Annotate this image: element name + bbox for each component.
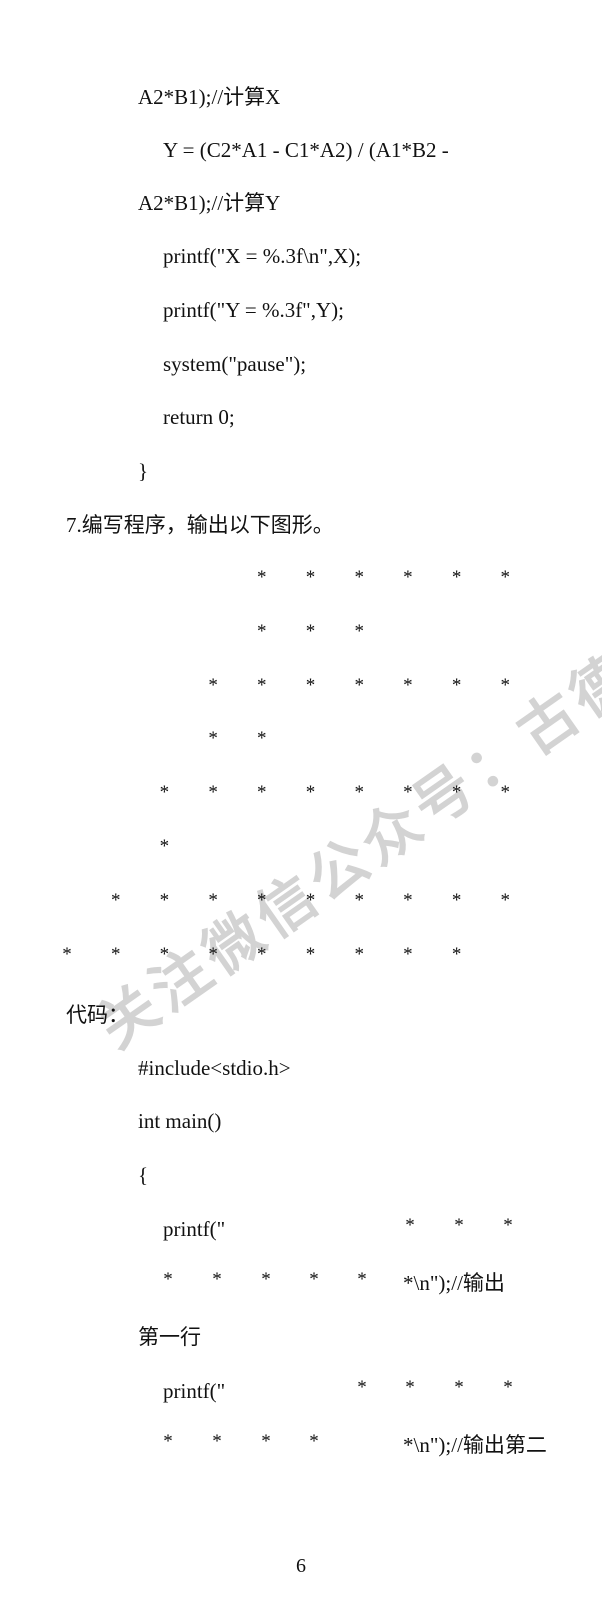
code-main: int main() (138, 1109, 222, 1133)
pattern-star: * (159, 836, 170, 857)
code-label: 代码： (66, 1003, 129, 1027)
code-line-2: Y = (C2*A1 - C1*A2) / (A1*B2 - (163, 138, 449, 162)
pattern-star: * (500, 889, 511, 911)
pattern-star: * (305, 889, 316, 911)
code-brace-open: { (138, 1163, 149, 1187)
pattern-star: * (354, 674, 364, 696)
pattern-star: * (305, 620, 316, 642)
pattern-star: * (451, 889, 462, 911)
code-printf-2-end: *\n");//输出第二 (403, 1433, 547, 1457)
pattern-star: * (305, 674, 316, 696)
pattern-star: * (354, 620, 364, 642)
pattern-star: * (110, 889, 121, 911)
code-star: * (503, 1377, 513, 1398)
code-include: #include<stdio.h> (138, 1056, 291, 1080)
code-star: * (503, 1215, 513, 1236)
pattern-star: * (257, 889, 267, 911)
pattern-star: * (500, 674, 511, 696)
code-line-3: A2*B1);//计算Y (138, 191, 281, 215)
code-star: * (309, 1431, 319, 1452)
pattern-star: * (208, 728, 218, 750)
code-line-7: return 0; (163, 405, 235, 429)
code-star: * (261, 1269, 271, 1290)
pattern-star: * (403, 889, 413, 911)
pattern-star: * (159, 782, 170, 804)
pattern-star: * (451, 782, 462, 804)
pattern-star: * (403, 567, 413, 588)
pattern-star: * (257, 728, 267, 750)
code-star: * (261, 1431, 271, 1452)
pattern-star: * (257, 567, 267, 588)
pattern-star: * (451, 567, 462, 588)
code-line-5: printf("Y = %.3f",Y); (163, 298, 345, 322)
pattern-star: * (159, 943, 170, 965)
code-star: * (309, 1269, 319, 1290)
pattern-star: * (208, 782, 218, 804)
code-line-1: A2*B1);//计算X (138, 85, 281, 109)
pattern-star: * (354, 943, 364, 965)
pattern-star: * (208, 943, 218, 965)
code-line-4: printf("X = %.3f\n",X); (163, 244, 362, 268)
pattern-star: * (354, 567, 364, 588)
code-printf-1-end: *\n");//输出 (403, 1271, 505, 1295)
pattern-star: * (305, 943, 316, 965)
pattern-star: * (305, 782, 316, 804)
code-printf-1-comment-cont: 第一行 (138, 1325, 201, 1349)
pattern-star: * (451, 674, 462, 696)
pattern-star: * (451, 943, 462, 965)
code-star: * (454, 1377, 464, 1398)
code-printf-1: printf(" (163, 1217, 226, 1241)
code-star: * (212, 1431, 222, 1452)
pattern-star: * (159, 889, 170, 911)
pattern-star: * (257, 782, 267, 804)
page-number: 6 (296, 1555, 306, 1577)
pattern-star: * (403, 782, 413, 804)
pattern-star: * (257, 943, 267, 965)
pattern-star: * (500, 782, 511, 804)
code-star: * (357, 1269, 367, 1290)
code-star: * (212, 1269, 222, 1290)
pattern-star: * (62, 943, 72, 965)
pattern-star: * (110, 943, 121, 965)
code-star: * (163, 1431, 173, 1452)
pattern-star: * (257, 620, 267, 642)
pattern-star: * (403, 943, 413, 965)
code-star: * (357, 1377, 367, 1398)
question-heading: 7.编写程序，输出以下图形。 (66, 513, 334, 537)
pattern-star: * (403, 674, 413, 696)
code-star: * (405, 1215, 415, 1236)
pattern-star: * (257, 674, 267, 696)
pattern-star: * (208, 889, 218, 911)
code-star: * (163, 1269, 173, 1290)
pattern-star: * (305, 567, 316, 588)
code-printf-2: printf(" (163, 1379, 226, 1403)
code-star: * (454, 1215, 464, 1236)
pattern-star: * (354, 889, 364, 911)
pattern-star: * (354, 782, 364, 804)
code-star: * (405, 1377, 415, 1398)
pattern-star: * (500, 567, 511, 588)
pattern-star: * (208, 674, 218, 696)
code-line-8: } (138, 459, 149, 483)
code-line-6: system("pause"); (163, 352, 307, 376)
